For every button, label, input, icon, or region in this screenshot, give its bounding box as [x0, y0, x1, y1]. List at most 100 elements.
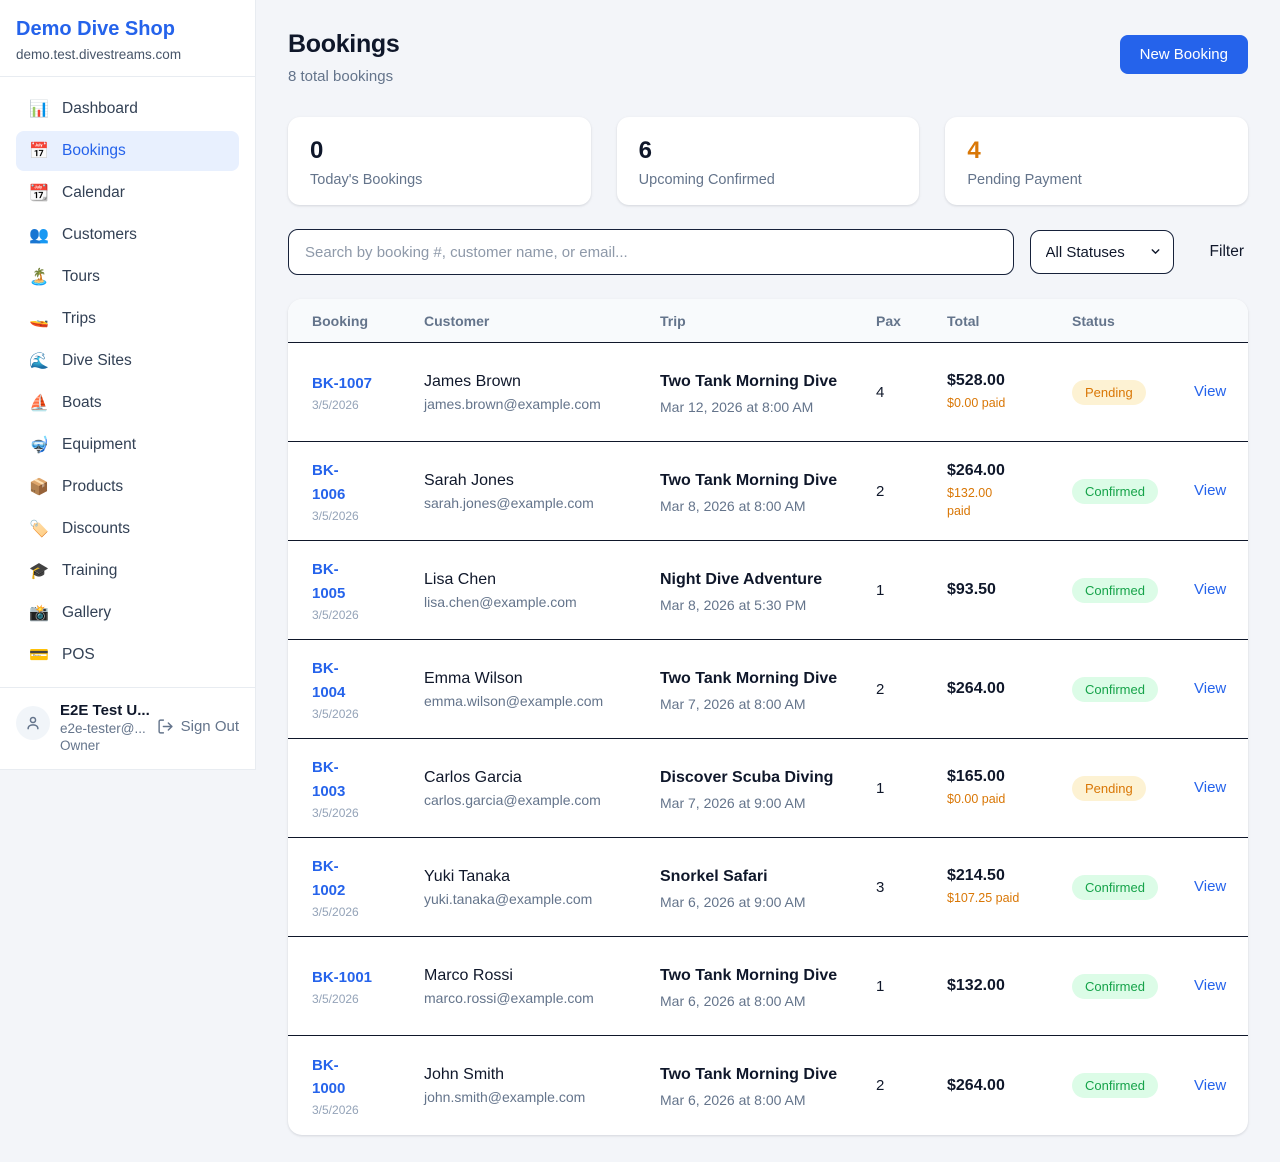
- customer-name: Marco Rossi: [424, 967, 660, 985]
- bookings-table: BookingCustomerTripPaxTotalStatus BK-100…: [288, 299, 1248, 1135]
- status-badge: Confirmed: [1072, 974, 1158, 999]
- sidebar-item-products[interactable]: 📦Products: [16, 467, 239, 507]
- people-icon: 👥: [29, 225, 49, 245]
- person-icon: [24, 714, 42, 732]
- tag-icon: 🏷️: [29, 519, 49, 539]
- booking-id-link[interactable]: BK-1002: [312, 855, 356, 902]
- total-cell: $264.00 $132.00 paid: [947, 462, 1072, 520]
- view-link[interactable]: View: [1194, 680, 1226, 697]
- wave-icon: 🌊: [29, 351, 49, 371]
- trip-name: Two Tank Morning Dive: [660, 667, 838, 691]
- booking-date: 3/5/2026: [312, 1103, 424, 1117]
- sidebar-item-gallery[interactable]: 📸 Gallery: [16, 593, 239, 633]
- view-link[interactable]: View: [1194, 482, 1226, 499]
- sidebar-item-tours[interactable]: 🏝️ Tours: [16, 257, 239, 297]
- action-cell: View: [1194, 482, 1248, 500]
- stat-value: 0: [310, 137, 569, 165]
- sidebar-item-training[interactable]: 🎓Training: [16, 551, 239, 591]
- view-link[interactable]: View: [1194, 878, 1226, 895]
- customer-cell: Emma Wilson emma.wilson@example.com: [424, 670, 660, 709]
- status-cell: Confirmed: [1072, 974, 1194, 999]
- total-bookings-count: 8 total bookings: [288, 68, 400, 85]
- pax-value: 2: [876, 681, 947, 698]
- booking-id-link[interactable]: BK-1006: [312, 459, 356, 506]
- stat-label: Today's Bookings: [310, 172, 569, 188]
- view-link[interactable]: View: [1194, 581, 1226, 598]
- sidebar-item-customers[interactable]: 👥 Customers: [16, 215, 239, 255]
- booking-cell: BK-1005 3/5/2026: [312, 558, 424, 622]
- camera-icon: 📸: [29, 603, 49, 623]
- trip-datetime: Mar 6, 2026 at 8:00 AM: [660, 993, 838, 1009]
- sidebar-item-calendar[interactable]: 📆Calendar: [16, 173, 239, 213]
- booking-id-link[interactable]: BK-1004: [312, 657, 356, 704]
- sidebar-item-label: POS: [62, 646, 95, 664]
- sidebar-item-label: Tours: [62, 268, 100, 286]
- sidebar-item-dive-sites[interactable]: 🌊Dive Sites: [16, 341, 239, 381]
- sidebar-item-label: Products: [62, 478, 123, 496]
- status-select[interactable]: All Statuses: [1030, 230, 1174, 274]
- view-link[interactable]: View: [1194, 977, 1226, 994]
- table-row: BK-1001 3/5/2026 Marco Rossi marco.rossi…: [288, 937, 1248, 1036]
- page-title: Bookings: [288, 30, 400, 59]
- table-row: BK-1006 3/5/2026 Sarah Jones sarah.jones…: [288, 442, 1248, 541]
- booking-date: 3/5/2026: [312, 509, 424, 523]
- sidebar-item-label: Trips: [62, 310, 96, 328]
- sidebar-item-dashboard[interactable]: 📊Dashboard: [16, 89, 239, 129]
- calendar-icon: 📅: [29, 141, 49, 161]
- booking-id-link[interactable]: BK-1003: [312, 756, 356, 803]
- pax-value: 1: [876, 780, 947, 797]
- total-amount: $93.50: [947, 581, 1072, 599]
- booking-id-link[interactable]: BK-1005: [312, 558, 356, 605]
- booking-cell: BK-1007 3/5/2026: [312, 372, 424, 412]
- customer-cell: Yuki Tanaka yuki.tanaka@example.com: [424, 868, 660, 907]
- user-info: E2E Test U... e2e-tester@... Owner: [60, 702, 147, 753]
- trip-datetime: Mar 6, 2026 at 9:00 AM: [660, 894, 838, 910]
- page-header: Bookings 8 total bookings New Booking: [288, 30, 1248, 85]
- sidebar-item-trips[interactable]: 🚤 Trips: [16, 299, 239, 339]
- new-booking-button[interactable]: New Booking: [1120, 35, 1248, 74]
- booking-id-link[interactable]: BK-1000: [312, 1054, 356, 1101]
- booking-cell: BK-1002 3/5/2026: [312, 855, 424, 919]
- pax-value: 1: [876, 978, 947, 995]
- sidebar-item-bookings[interactable]: 📅Bookings: [16, 131, 239, 171]
- customer-name: Sarah Jones: [424, 472, 660, 490]
- action-cell: View: [1194, 977, 1248, 995]
- view-link[interactable]: View: [1194, 779, 1226, 796]
- speedboat-icon: 🚤: [29, 309, 49, 329]
- sidebar-item-pos[interactable]: 💳POS: [16, 635, 239, 675]
- trip-cell: Two Tank Morning Dive Mar 8, 2026 at 8:0…: [660, 469, 838, 514]
- pax-value: 4: [876, 384, 947, 401]
- booking-id-link[interactable]: BK-1007: [312, 372, 372, 395]
- sidebar-item-label: Customers: [62, 226, 137, 244]
- trip-name: Two Tank Morning Dive: [660, 469, 838, 493]
- customer-email: lisa.chen@example.com: [424, 594, 660, 610]
- search-input[interactable]: [288, 229, 1014, 275]
- trip-name: Two Tank Morning Dive: [660, 964, 838, 988]
- table-row: BK-1004 3/5/2026 Emma Wilson emma.wilson…: [288, 640, 1248, 739]
- stat-label: Pending Payment: [967, 172, 1226, 188]
- trip-datetime: Mar 7, 2026 at 8:00 AM: [660, 696, 838, 712]
- customer-email: sarah.jones@example.com: [424, 495, 660, 511]
- sidebar-item-equipment[interactable]: 🤿Equipment: [16, 425, 239, 465]
- view-link[interactable]: View: [1194, 1077, 1226, 1094]
- customer-name: John Smith: [424, 1066, 660, 1084]
- filter-button[interactable]: Filter: [1206, 243, 1248, 261]
- view-link[interactable]: View: [1194, 383, 1226, 400]
- stats-cards: 0Today's Bookings6Upcoming Confirmed4Pen…: [288, 117, 1248, 205]
- status-badge: Confirmed: [1072, 677, 1158, 702]
- status-cell: Pending: [1072, 380, 1194, 405]
- sign-out-button[interactable]: Sign Out: [157, 718, 239, 735]
- sidebar-item-boats[interactable]: ⛵Boats: [16, 383, 239, 423]
- trip-name: Discover Scuba Diving: [660, 766, 838, 790]
- booking-id-link[interactable]: BK-1001: [312, 966, 372, 989]
- user-email: e2e-tester@...: [60, 721, 147, 736]
- sidebar-item-discounts[interactable]: 🏷️Discounts: [16, 509, 239, 549]
- island-icon: 🏝️: [29, 267, 49, 287]
- status-badge: Confirmed: [1072, 479, 1158, 504]
- trip-name: Two Tank Morning Dive: [660, 370, 838, 394]
- sidebar-item-label: Gallery: [62, 604, 111, 622]
- trip-datetime: Mar 7, 2026 at 9:00 AM: [660, 795, 838, 811]
- action-cell: View: [1194, 779, 1248, 797]
- booking-date: 3/5/2026: [312, 905, 424, 919]
- status-badge: Pending: [1072, 776, 1146, 801]
